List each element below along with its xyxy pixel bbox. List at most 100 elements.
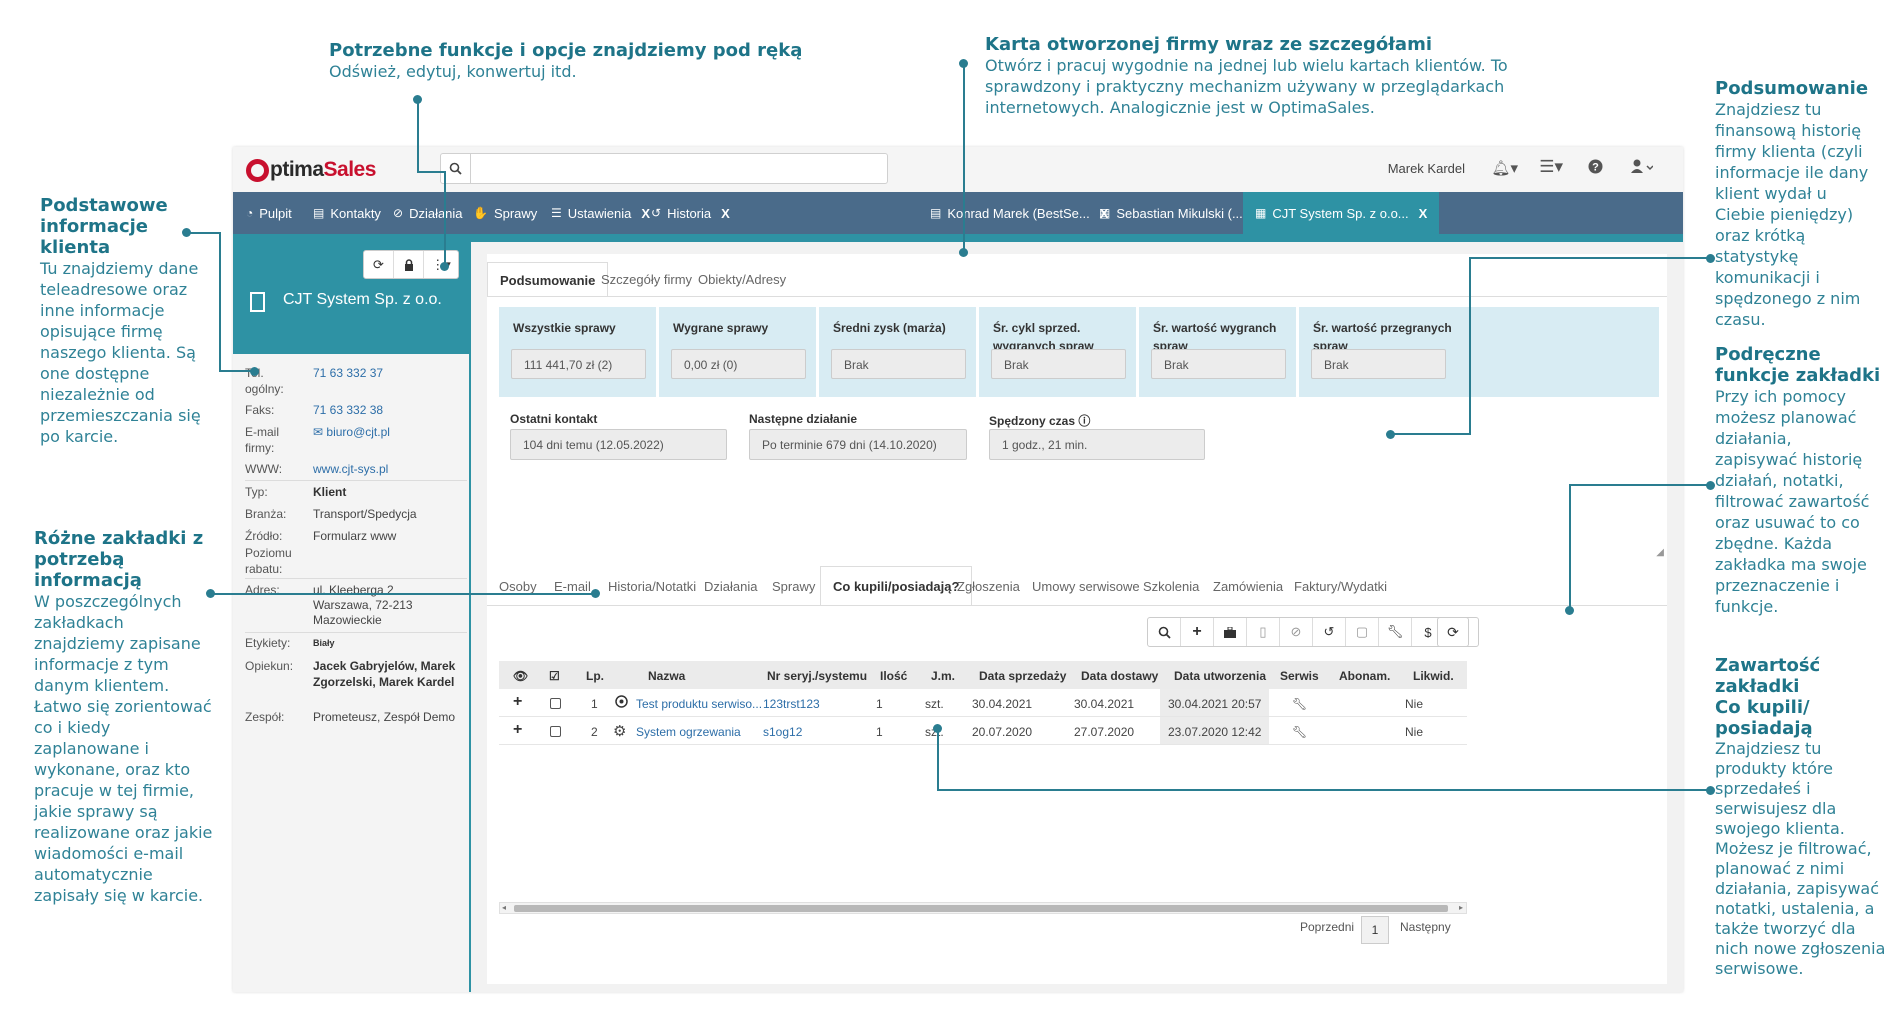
annotation-line: opisujące firmę: [40, 322, 163, 341]
tab-sebastian-mikulski[interactable]: ▤Sebastian Mikulski (...X: [1099, 192, 1261, 234]
connector-dot: [1706, 786, 1715, 795]
tab-sprawy-sub[interactable]: Sprawy: [760, 567, 827, 605]
cell-liquidated: Nie: [1405, 725, 1424, 739]
select-all-icon[interactable]: ☑: [549, 669, 560, 683]
wrench-icon[interactable]: 🔧︎: [1292, 725, 1307, 739]
annotation-line: filtrować zawartość: [1715, 492, 1870, 511]
fax-value[interactable]: 71 63 332 38: [313, 402, 463, 418]
column-header[interactable]: Data dostawy: [1081, 669, 1158, 683]
plus-icon[interactable]: +: [1181, 618, 1214, 646]
close-icon[interactable]: X: [1419, 206, 1428, 221]
pager-prev[interactable]: Poprzedni: [1300, 920, 1354, 945]
refresh-icon[interactable]: ⟳: [364, 251, 394, 278]
cell-serial[interactable]: s1og12: [763, 725, 802, 739]
tel-value[interactable]: 71 63 332 37: [313, 365, 463, 381]
cell-sale-date: 20.07.2020: [972, 725, 1033, 739]
annotation-line: znajdziemy zapisane: [34, 634, 201, 653]
column-header[interactable]: Nr seryj./systemu: [767, 669, 867, 683]
column-header[interactable]: J.m.: [931, 669, 955, 683]
contacts-icon: ▤: [313, 206, 325, 220]
scrollbar-thumb[interactable]: [514, 905, 1448, 912]
tab-zgloszenia[interactable]: Zgłoszenia: [945, 567, 1032, 605]
cell-created-date: 23.07.2020 12:42: [1160, 717, 1270, 744]
cell-lp: 2: [591, 725, 598, 739]
connector-line: [444, 171, 446, 266]
expand-icon[interactable]: +: [513, 721, 522, 739]
stat-all-cases: Wszystkie sprawy 111 441,70 zł (2): [499, 307, 659, 397]
tab-osoby[interactable]: Osoby: [487, 567, 549, 605]
annotation-line: klient wydał u: [1715, 184, 1827, 203]
building-icon: [250, 292, 265, 312]
search-input[interactable]: [471, 154, 887, 183]
briefcase-icon[interactable]: [1214, 618, 1247, 646]
stat-value: 111 441,70 zł (2): [511, 349, 646, 379]
tab-dzialania[interactable]: ⊘ Działania: [393, 192, 463, 234]
close-icon[interactable]: X: [641, 206, 650, 221]
refresh-button[interactable]: ⟳: [1437, 617, 1469, 647]
user-icon[interactable]: [1631, 159, 1654, 178]
tab-ustawienia[interactable]: ☰ Ustawienia X: [551, 192, 650, 234]
column-header[interactable]: Likwid.: [1413, 669, 1454, 683]
pager-next[interactable]: Następny: [1400, 920, 1451, 945]
column-header[interactable]: Abonam.: [1339, 669, 1390, 683]
close-icon[interactable]: X: [721, 206, 730, 221]
cell-name[interactable]: Test produktu serwiso...: [636, 697, 762, 711]
www-value[interactable]: www.cjt-sys.pl: [313, 461, 463, 477]
row-checkbox[interactable]: [550, 726, 561, 737]
tab-konrad-marek[interactable]: ▤ Konrad Marek (BestSe... X: [930, 192, 1108, 234]
table-row[interactable]: + 1 Test produktu serwiso... 123trst123 …: [499, 689, 1467, 717]
check-circle-icon[interactable]: ⊘: [1280, 618, 1313, 646]
tab-historia[interactable]: ↺ Historia X: [651, 192, 730, 234]
column-header[interactable]: Data utworzenia: [1174, 669, 1266, 683]
tab-faktury-wydatki[interactable]: Faktury/Wydatki: [1282, 567, 1399, 605]
email-value[interactable]: ✉ biuro@cjt.pl: [313, 424, 463, 440]
horizontal-scrollbar[interactable]: ◂ ▸: [499, 902, 1467, 914]
email-text: biuro@cjt.pl: [326, 425, 390, 439]
tab-obiekty-adresy[interactable]: Obiekty/Adresy: [686, 262, 798, 296]
resize-handle-icon[interactable]: ◢: [1656, 547, 1664, 558]
tab-dzialania-sub[interactable]: Działania: [692, 567, 769, 605]
wrench-icon[interactable]: 🔧︎: [1379, 618, 1412, 646]
help-icon[interactable]: ?: [1588, 159, 1603, 178]
lock-icon[interactable]: [394, 251, 424, 278]
pager-page[interactable]: 1: [1361, 916, 1389, 944]
annotation-line: Ciebie pieniędzy): [1715, 205, 1854, 224]
tab-zamowienia[interactable]: Zamówienia: [1201, 567, 1295, 605]
tab-email[interactable]: E-mail: [542, 567, 603, 605]
wrench-icon[interactable]: 🔧︎: [1292, 697, 1307, 711]
cell-serial[interactable]: 123trst123: [763, 697, 820, 711]
cell-liquidated: Nie: [1405, 697, 1424, 711]
document-icon[interactable]: ▯: [1247, 618, 1280, 646]
column-header[interactable]: Ilość: [880, 669, 907, 683]
tab-szkolenia[interactable]: Szkolenia: [1131, 567, 1211, 605]
info-icon[interactable]: ⓘ: [1078, 414, 1090, 428]
scroll-right-icon[interactable]: ▸: [1459, 903, 1463, 912]
row-checkbox[interactable]: [550, 698, 561, 709]
column-header[interactable]: Serwis: [1280, 669, 1319, 683]
tab-cjt-system[interactable]: ▦ CJT System Sp. z o.o... X: [1243, 192, 1440, 234]
time-spent-label: Spędzony czas ⓘ: [989, 412, 1090, 429]
table-row[interactable]: + 2 ⚙ System ogrzewania s1og12 1 szt. 20…: [499, 717, 1467, 745]
logo-text-red: Sales: [323, 158, 377, 181]
expand-icon[interactable]: +: [513, 693, 522, 711]
annotation-line: serwisowe.: [1715, 959, 1804, 978]
column-header[interactable]: Data sprzedaży: [979, 669, 1066, 683]
tab-sprawy[interactable]: ✋ Sprawy: [473, 192, 537, 234]
note-icon[interactable]: ▢: [1346, 618, 1379, 646]
divider: [245, 578, 467, 579]
menu-icon[interactable]: ☰▾: [1539, 157, 1563, 177]
history-icon[interactable]: ↺: [1313, 618, 1346, 646]
team-value: Prometeusz, Zespół Demo: [313, 710, 456, 724]
scroll-left-icon[interactable]: ◂: [502, 903, 506, 912]
annotation-summary: Podsumowanie Znajdziesz tu finansową his…: [1715, 78, 1885, 330]
cell-name[interactable]: System ogrzewania: [636, 725, 741, 739]
tab-pulpit[interactable]: ◔ Pulpit: [246, 192, 292, 234]
tab-label: Historia: [667, 205, 712, 221]
column-header[interactable]: Nazwa: [648, 669, 685, 683]
search-icon[interactable]: [1148, 618, 1181, 646]
visibility-icon[interactable]: 👁︎: [513, 669, 528, 683]
bell-icon[interactable]: 🔔︎▾: [1491, 159, 1518, 177]
user-name[interactable]: Marek Kardel: [1388, 161, 1465, 176]
column-header[interactable]: Lp.: [586, 669, 604, 683]
tab-kontakty[interactable]: ▤ Kontakty: [313, 192, 381, 234]
